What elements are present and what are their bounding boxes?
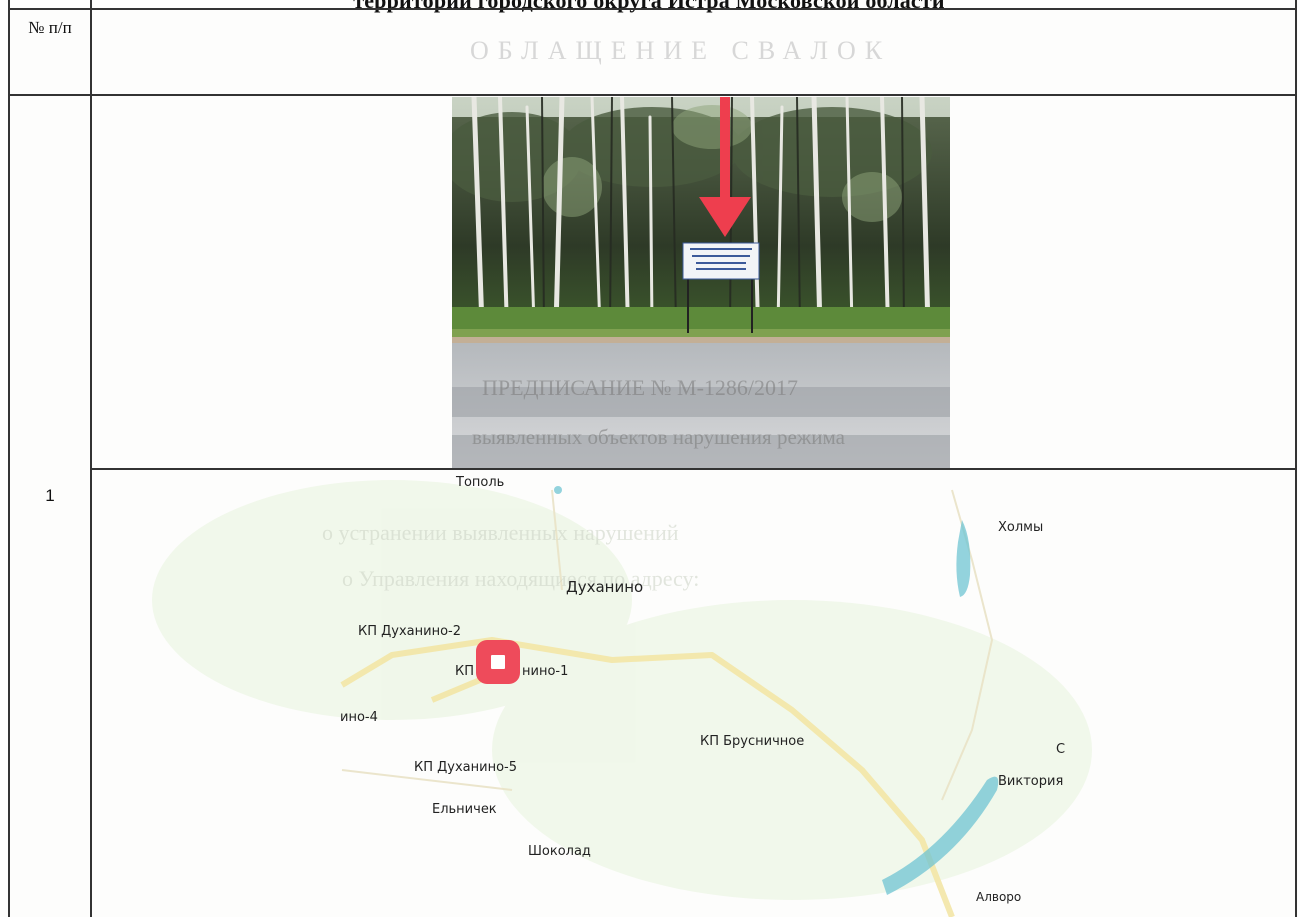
map-label-shokolad: Шоколад — [528, 844, 591, 859]
map-label-kp-dukhanino-1-a: КП — [455, 664, 475, 679]
map-label-dukhanino: Духанино — [566, 578, 644, 596]
header-row-divider — [8, 94, 1297, 96]
map-label-elnichek: Ельничек — [432, 802, 497, 817]
map-label-kholmy: Холмы — [998, 520, 1044, 535]
table-top-border — [8, 8, 1297, 10]
site-photo-drawing — [452, 97, 950, 468]
map-label-dukhanino-4: ино-4 — [340, 710, 378, 725]
location-map: о устранении выявленных нарушений о Упра… — [92, 470, 1296, 917]
map-label-alvoro: Алворо — [976, 890, 1022, 904]
location-marker-icon — [476, 640, 520, 684]
map-label-kp-dukhanino-5: КП Духанино-5 — [414, 760, 518, 775]
map-label-viktoriya: Виктория — [998, 774, 1064, 789]
location-map-drawing — [152, 480, 1092, 917]
bleed-through-photo-2: выявленных объектов нарушения режима — [472, 425, 845, 449]
map-label-topol: Тополь — [456, 475, 505, 490]
row-number: 1 — [45, 486, 55, 505]
map-label-kp-dukhanino-1-b: нино-1 — [522, 664, 569, 679]
map-label-kp-dukhanino-2: КП Духанино-2 — [358, 624, 462, 639]
bleed-through-map-2: о Управления находящиеся по адресу: — [342, 566, 700, 591]
bleed-through-map-1: о устранении выявленных нарушений — [322, 520, 679, 545]
site-photo: ПРЕДПИСАНИЕ № М-1286/2017 выявленных объ… — [452, 97, 950, 468]
table-left-border — [8, 0, 10, 917]
map-label-c: С — [1056, 742, 1066, 757]
bleed-through-header: ОБЛАЩЕНИЕ СВАЛОК — [470, 36, 892, 65]
column-header-number: № п/п — [28, 18, 72, 37]
map-label-kp-brusnichnoe: КП Брусничное — [700, 734, 805, 749]
bleed-through-photo-1: ПРЕДПИСАНИЕ № М-1286/2017 — [482, 375, 799, 400]
